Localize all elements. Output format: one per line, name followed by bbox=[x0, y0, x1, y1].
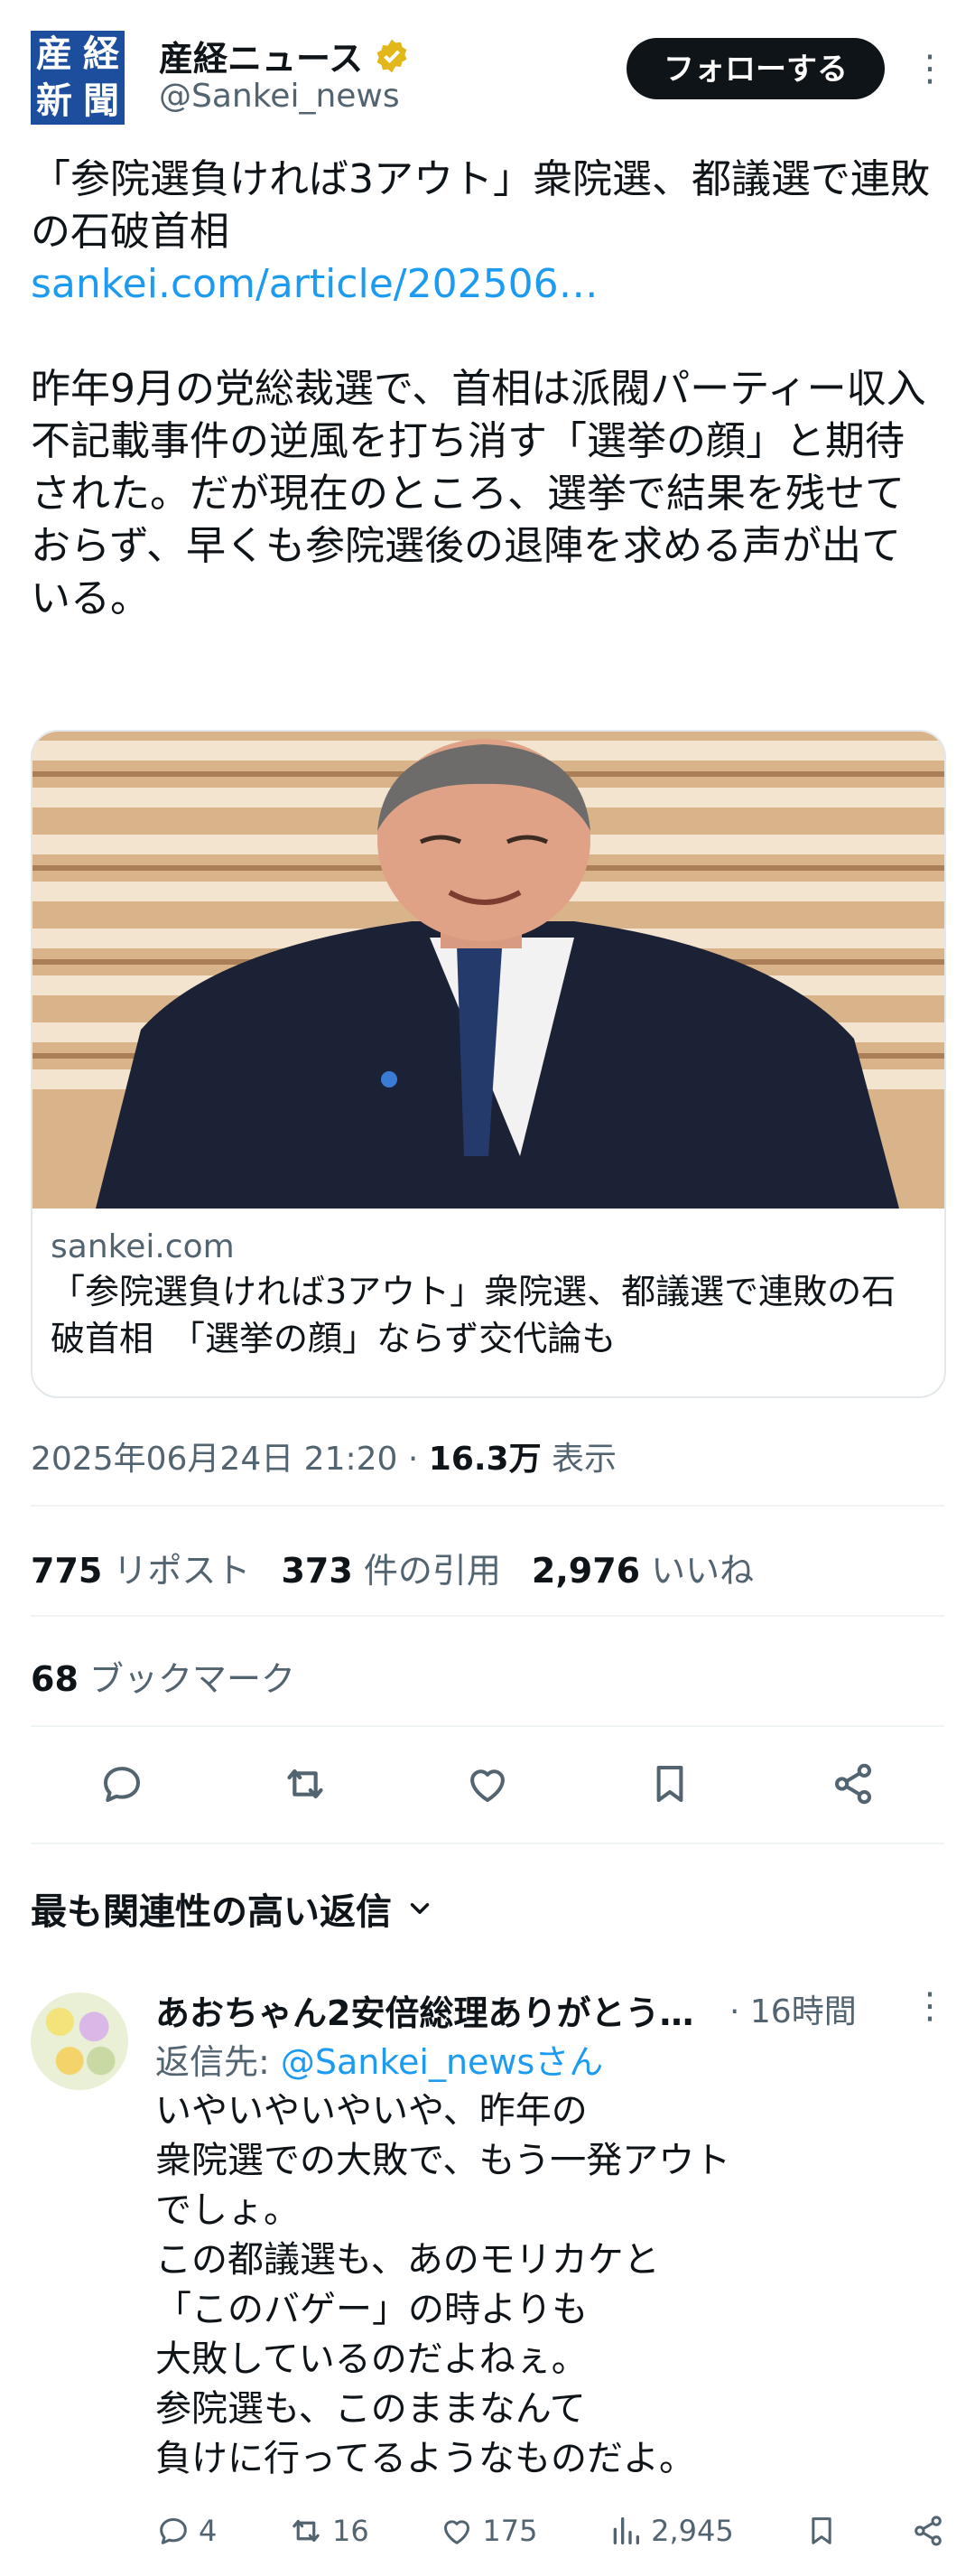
reply-to-prefix: 返信先: bbox=[155, 2042, 281, 2082]
share-icon[interactable] bbox=[826, 1757, 880, 1811]
divider bbox=[31, 1843, 944, 1844]
reply-icon bbox=[160, 2518, 187, 2544]
logo-char: 聞 bbox=[83, 79, 119, 122]
reply-time[interactable]: · 16時間 bbox=[729, 1985, 857, 2032]
repost-stat[interactable]: 775 リポスト bbox=[31, 1543, 250, 1592]
divider bbox=[31, 1725, 944, 1727]
link-card[interactable]: sankei.com 「参院選負ければ3アウト」衆院選、都議選で連敗の石破首相 … bbox=[31, 730, 946, 1398]
tweet-date[interactable]: 2025年06月24日 21:20 · bbox=[31, 1441, 429, 1478]
reply-author-name[interactable]: あおちゃん2安倍総理ありがとう… bbox=[155, 1985, 693, 2035]
tweet-text: 「参院選負ければ3アウト」衆院選、都議選で連敗の石破首相 sankei.com/… bbox=[31, 154, 933, 625]
reply-icon[interactable] bbox=[95, 1757, 149, 1811]
reply-to-handle[interactable]: @Sankei_newsさん bbox=[281, 2042, 603, 2082]
account-name-row[interactable]: 産経ニュース bbox=[159, 31, 410, 80]
account-name[interactable]: 産経ニュース bbox=[159, 31, 363, 80]
engagement-stats: 775 リポスト 373 件の引用 2,976 いいね bbox=[31, 1543, 754, 1592]
divider bbox=[31, 1615, 944, 1617]
more-options-icon[interactable]: ⋮ bbox=[912, 47, 948, 90]
account-handle[interactable]: @Sankei_news bbox=[159, 78, 400, 115]
repost-count: 16 bbox=[332, 2514, 369, 2548]
reply-reply-button[interactable]: 4 bbox=[155, 2513, 217, 2549]
card-domain: sankei.com bbox=[51, 1228, 235, 1265]
reply-to-line: 返信先: @Sankei_newsさん bbox=[155, 2034, 603, 2084]
reply-views-button[interactable]: 2,945 bbox=[608, 2513, 734, 2549]
avatar[interactable] bbox=[31, 1993, 128, 2090]
tweet-action-bar bbox=[31, 1752, 944, 1815]
card-image bbox=[32, 732, 944, 1209]
tweet-body: 昨年9月の党総裁選で、首相は派閥パーティー収入不記載事件の逆風を打ち消す「選挙の… bbox=[31, 366, 926, 621]
verified-badge-icon bbox=[376, 39, 407, 72]
reply-sort-label: 最も関連性の高い返信 bbox=[31, 1891, 392, 1933]
reply-action-bar: 4 16 175 2,945 bbox=[155, 2507, 946, 2554]
quote-stat[interactable]: 373 件の引用 bbox=[281, 1543, 500, 1592]
like-icon[interactable] bbox=[460, 1757, 515, 1811]
tweet-headline: 「参院選負ければ3アウト」衆院選、都議選で連敗の石破首相 bbox=[31, 156, 930, 255]
reply-like-button[interactable]: 175 bbox=[439, 2513, 537, 2549]
repost-icon bbox=[292, 2519, 320, 2543]
divider bbox=[31, 1505, 944, 1507]
logo-char: 新 bbox=[36, 79, 72, 122]
bookmark-icon[interactable] bbox=[643, 1757, 697, 1811]
reply-sort-dropdown[interactable]: 最も関連性の高い返信 bbox=[31, 1882, 435, 1935]
like-count: 175 bbox=[482, 2514, 538, 2548]
reply-more-icon[interactable]: ⋮ bbox=[912, 1985, 948, 2027]
views-chart-icon bbox=[613, 2517, 640, 2544]
like-icon bbox=[444, 2520, 470, 2544]
tweet-timestamp: 2025年06月24日 21:20 · 16.3万 表示 bbox=[31, 1433, 617, 1479]
reply-share-button[interactable] bbox=[910, 2513, 946, 2549]
like-stat[interactable]: 2,976 いいね bbox=[532, 1543, 754, 1592]
reply-bookmark-button[interactable] bbox=[803, 2513, 840, 2549]
card-title: 「参院選負ければ3アウト」衆院選、都議選で連敗の石破首相 「選挙の顔」ならず交代… bbox=[51, 1272, 896, 1358]
view-count: 2,945 bbox=[651, 2514, 734, 2548]
reply-text: いやいやいやいや、昨年の 衆院選での大敗で、もう一発アウト でしょ。 この都議選… bbox=[155, 2090, 731, 2479]
bookmark-stat[interactable]: 68 ブックマーク bbox=[31, 1651, 295, 1701]
share-icon bbox=[915, 2515, 942, 2546]
repost-icon[interactable] bbox=[278, 1757, 332, 1811]
reply-count: 4 bbox=[199, 2514, 218, 2548]
tweet-link[interactable]: sankei.com/article/202506… bbox=[31, 261, 599, 307]
chevron-down-icon bbox=[410, 1903, 430, 1914]
sankei-logo[interactable]: 産 経 新 聞 bbox=[31, 31, 125, 125]
view-label: 表示 bbox=[541, 1441, 618, 1478]
bookmark-icon bbox=[812, 2517, 831, 2544]
reply-repost-button[interactable]: 16 bbox=[287, 2512, 369, 2550]
view-count: 16.3万 bbox=[428, 1441, 542, 1478]
logo-char: 経 bbox=[83, 33, 119, 75]
follow-button[interactable]: フォローする bbox=[627, 38, 885, 99]
logo-char: 産 bbox=[36, 33, 72, 75]
